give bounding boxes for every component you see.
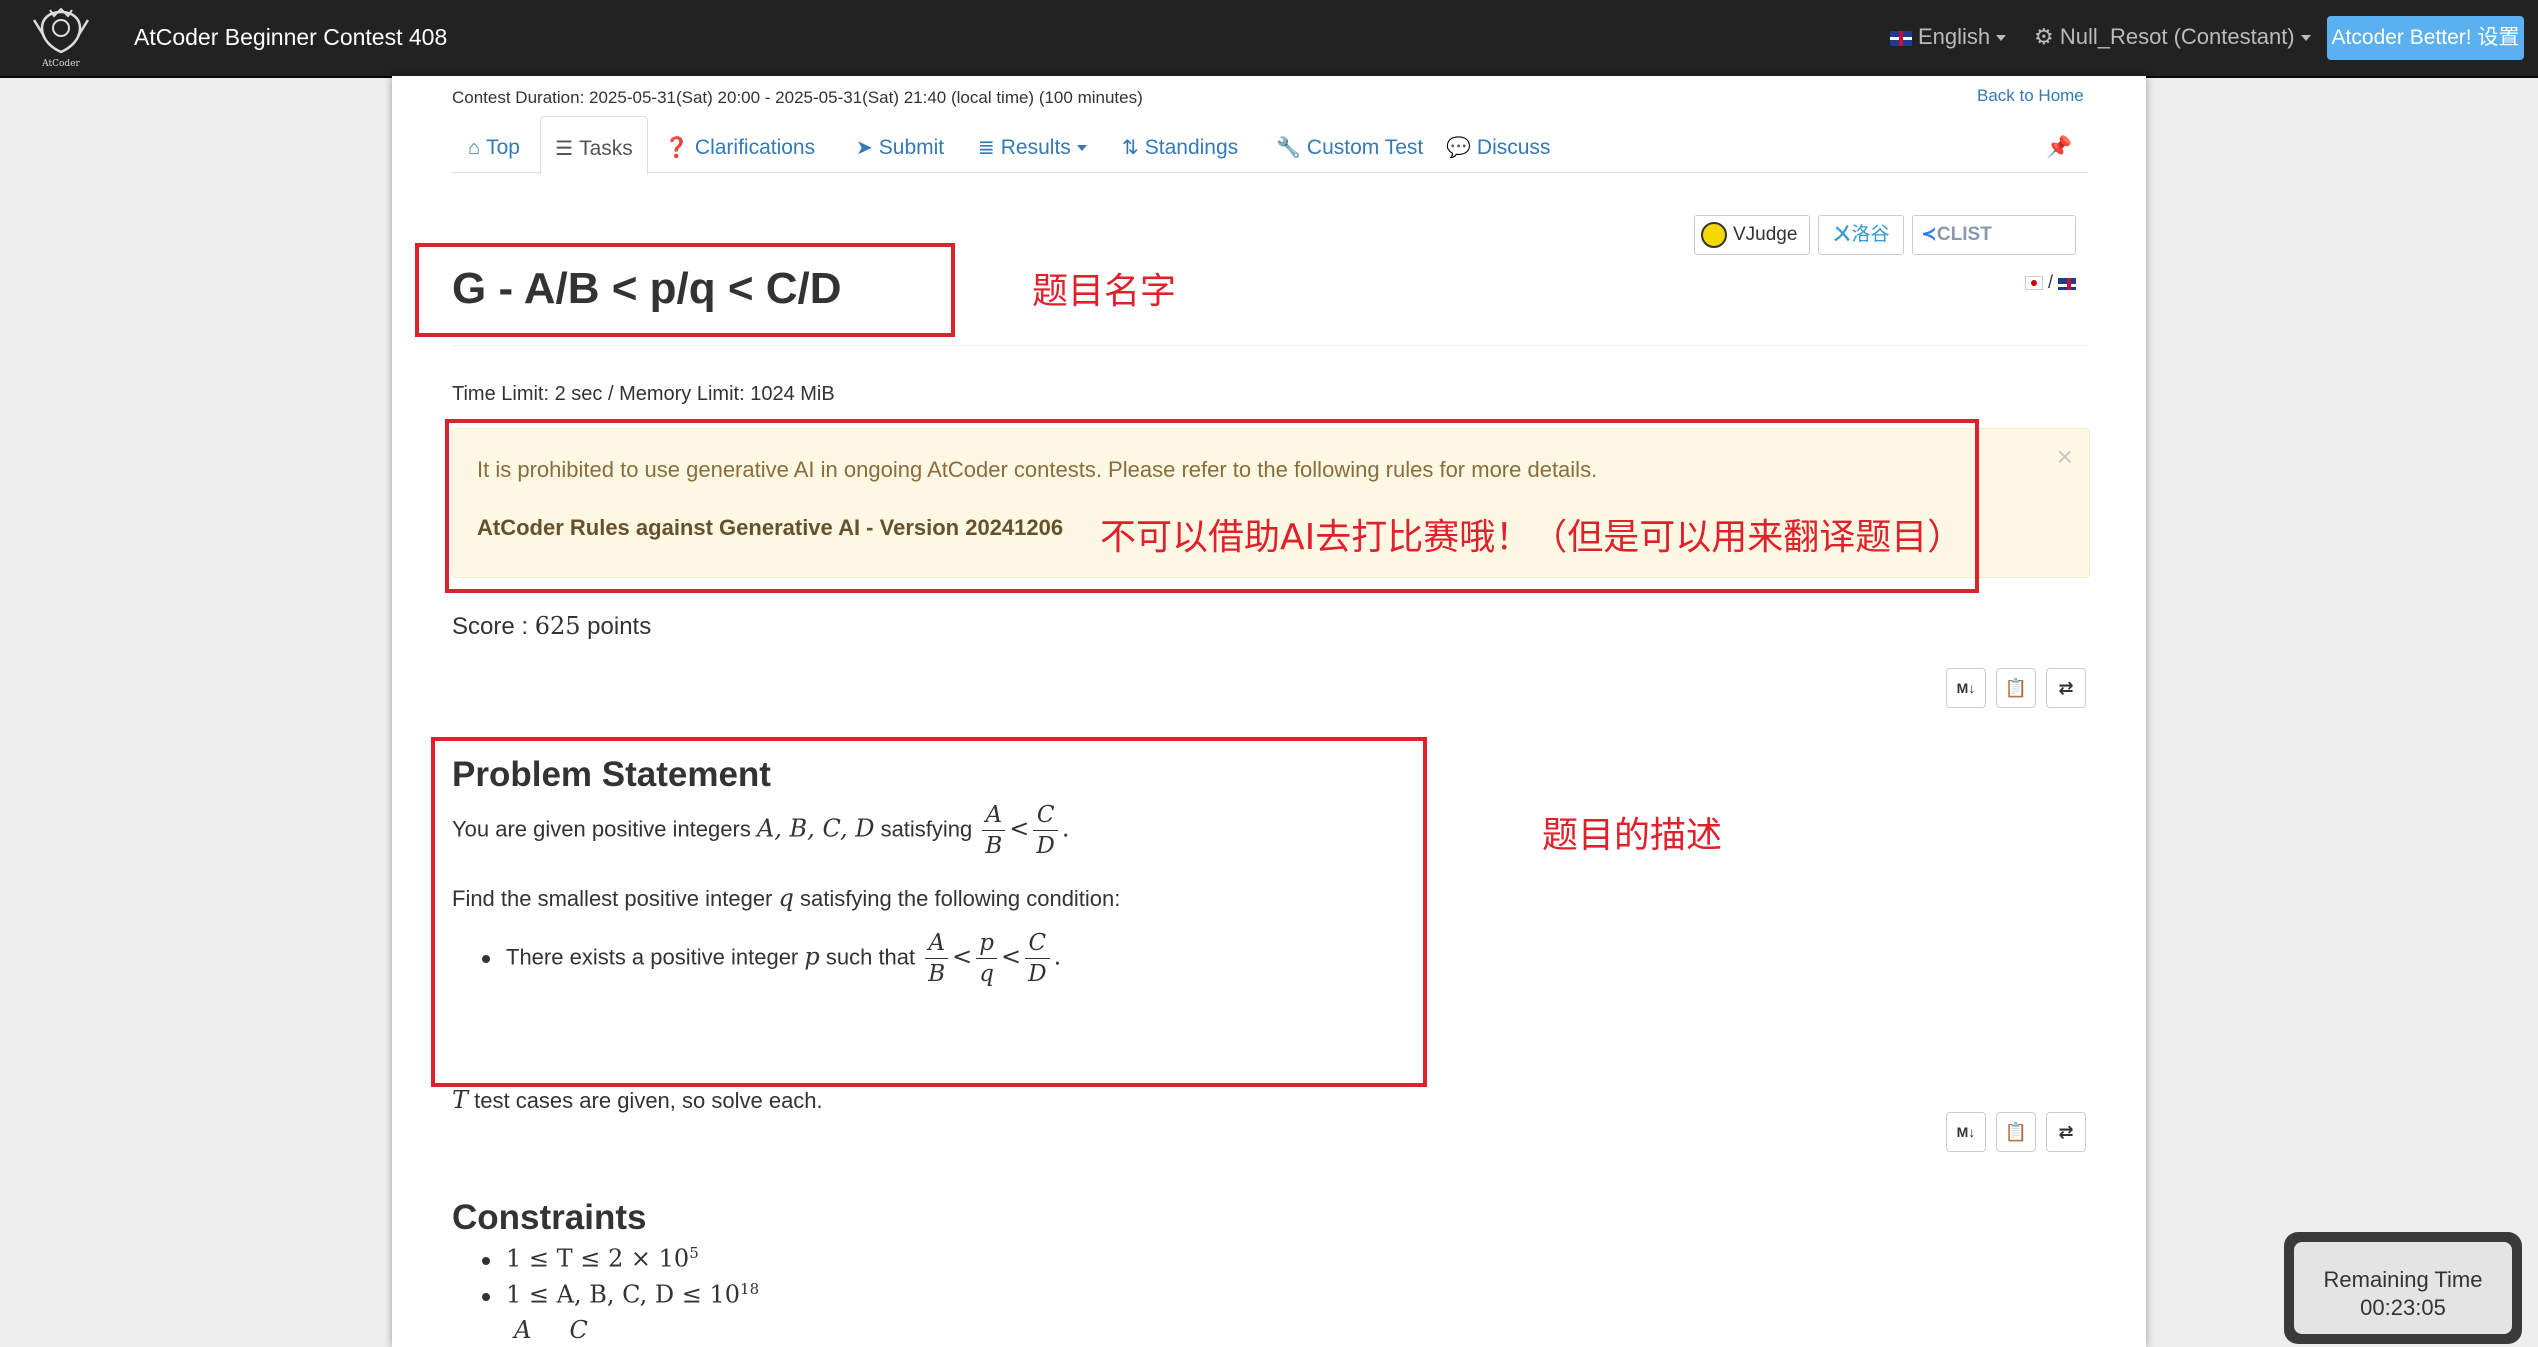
language-switch: / [2025,272,2082,293]
contest-brand-link[interactable]: AtCoder Beginner Contest 408 [134,24,447,51]
uk-flag-icon [1890,31,1912,46]
back-to-home-link[interactable]: Back to Home [1977,86,2084,106]
user-label: Null_Resot (Contestant) [2059,24,2295,49]
remaining-time-value: 00:23:05 [2360,1295,2446,1320]
constraint-item-1: 1 ≤ T ≤ 2 × 105 [482,1244,699,1272]
language-dropdown[interactable]: English [1890,24,2007,50]
tab-submit[interactable]: ➤ Submit [856,116,944,172]
send-icon: ➤ [856,137,873,159]
tab-top[interactable]: ⌂ Top [468,116,520,172]
tab-label: Top [486,136,520,159]
luogu-icon: ㄨ [1832,224,1852,245]
exponent: 18 [740,1280,760,1298]
tab-label: Submit [878,136,945,159]
tab-label: Standings [1144,136,1239,159]
sort-icon: ⇅ [1122,137,1139,159]
title-annotation-box [415,243,955,337]
comment-icon: 💬 [1446,137,1471,159]
pin-icon[interactable]: 📌 [2046,116,2072,172]
translate-icon[interactable]: ⇄ [2046,1112,2086,1152]
markdown-copy-button[interactable]: M↓ [1946,668,1986,708]
clist-button[interactable]: ≺CLIST [1912,215,2076,255]
tab-results[interactable]: ≣ Results [978,116,1087,172]
home-icon: ⌂ [468,137,481,159]
tab-discuss[interactable]: 💬 Discuss [1446,116,1550,172]
language-label: English [1918,24,1991,49]
wrench-icon: 🔧 [1276,137,1301,159]
tab-label: Clarifications [694,136,816,159]
alert-close-button[interactable]: × [2057,441,2073,473]
math: 1 ≤ T ≤ 2 × 10 [506,1244,690,1273]
bullet-icon [482,1256,490,1265]
text: test cases are given, so solve each. [468,1088,823,1113]
tab-clarifications[interactable]: ❓ Clarifications [664,116,815,172]
svg-text:AtCoder: AtCoder [41,59,80,69]
caret-down-icon [1996,35,2007,41]
statement-annotation-note: 题目的描述 [1542,815,1723,856]
clipboard-icon[interactable]: 📋 [1996,668,2036,708]
japanese-flag-icon[interactable] [2025,276,2043,291]
statement-annotation-box [431,737,1427,1087]
exponent: 5 [689,1244,699,1262]
atcoder-better-settings-button[interactable]: Atcoder Better! 设置 [2327,16,2524,60]
score-value: 625 [534,612,581,640]
constraints-heading: Constraints [452,1198,647,1237]
contest-duration: Contest Duration: 2025-05-31(Sat) 20:00 … [452,88,1143,107]
smiley-icon [1701,221,1727,248]
bullet-icon [482,1292,490,1301]
gear-icon: ⚙ [2034,24,2054,49]
vjudge-button[interactable]: VJudge [1694,215,1810,255]
tab-custom-test[interactable]: 🔧 Custom Test [1276,116,1423,172]
luogu-label: 洛谷 [1851,224,1890,245]
question-icon: ❓ [664,137,689,159]
language-separator: / [2048,272,2054,292]
navbar: AtCoder AtCoder Beginner Contest 408 Eng… [0,0,2538,78]
tab-standings[interactable]: ⇅ Standings [1122,116,1238,172]
user-dropdown[interactable]: ⚙ Null_Resot (Contestant) [2034,24,2311,50]
caret-down-icon [2300,35,2311,41]
luogu-button[interactable]: ㄨ洛谷 [1818,215,1904,255]
english-flag-icon[interactable] [2058,278,2077,290]
score-label: Score : [452,613,535,640]
constraint-item-2: 1 ≤ A, B, C, D ≤ 1018 [482,1280,759,1308]
tab-label: Results [1000,136,1071,159]
task-score: Score : 625 points [452,612,651,641]
contest-nav-tabs: ⌂ Top ☰ Tasks ❓ Clarifications ➤ Submit ≣ Res… [452,116,2088,175]
alert-annotation-note: 不可以借助AI去打比赛哦！（但是可以用来翻译题目） [1100,517,1964,558]
statement-line-3: T test cases are given, so solve each. [452,1086,823,1114]
atcoder-logo[interactable]: AtCoder [20,6,102,70]
clist-label: CLIST [1936,224,1992,245]
clist-icon: ≺ [1921,224,1937,245]
tab-tasks[interactable]: ☰ Tasks [540,116,648,175]
divider [452,345,2088,346]
task-limits: Time Limit: 2 sec / Memory Limit: 1024 M… [452,383,835,405]
title-annotation-note: 题目名字 [1032,271,1177,312]
score-unit: points [580,613,652,640]
alert-annotation-box [445,419,1979,593]
translate-icon[interactable]: ⇄ [2046,668,2086,708]
math-var: T [452,1086,469,1114]
tab-label: Custom Test [1306,136,1424,159]
remaining-time-widget: Remaining Time 00:23:05 [2284,1232,2522,1344]
markdown-copy-button[interactable]: M↓ [1946,1112,1986,1152]
tab-label: Discuss [1476,136,1551,159]
vjudge-label: VJudge [1733,224,1798,245]
tasks-icon: ☰ [555,138,574,160]
math: 1 ≤ A, B, C, D ≤ 10 [506,1280,741,1309]
clipboard-icon[interactable]: 📋 [1996,1112,2036,1152]
remaining-time-label: Remaining Time [2323,1267,2483,1292]
constraint-item-3-partial: A C [514,1316,588,1344]
caret-down-icon [1076,145,1087,151]
tab-label: Tasks [579,137,633,160]
list-icon: ≣ [978,137,995,159]
remaining-time-display: Remaining Time 00:23:05 [2294,1242,2512,1334]
